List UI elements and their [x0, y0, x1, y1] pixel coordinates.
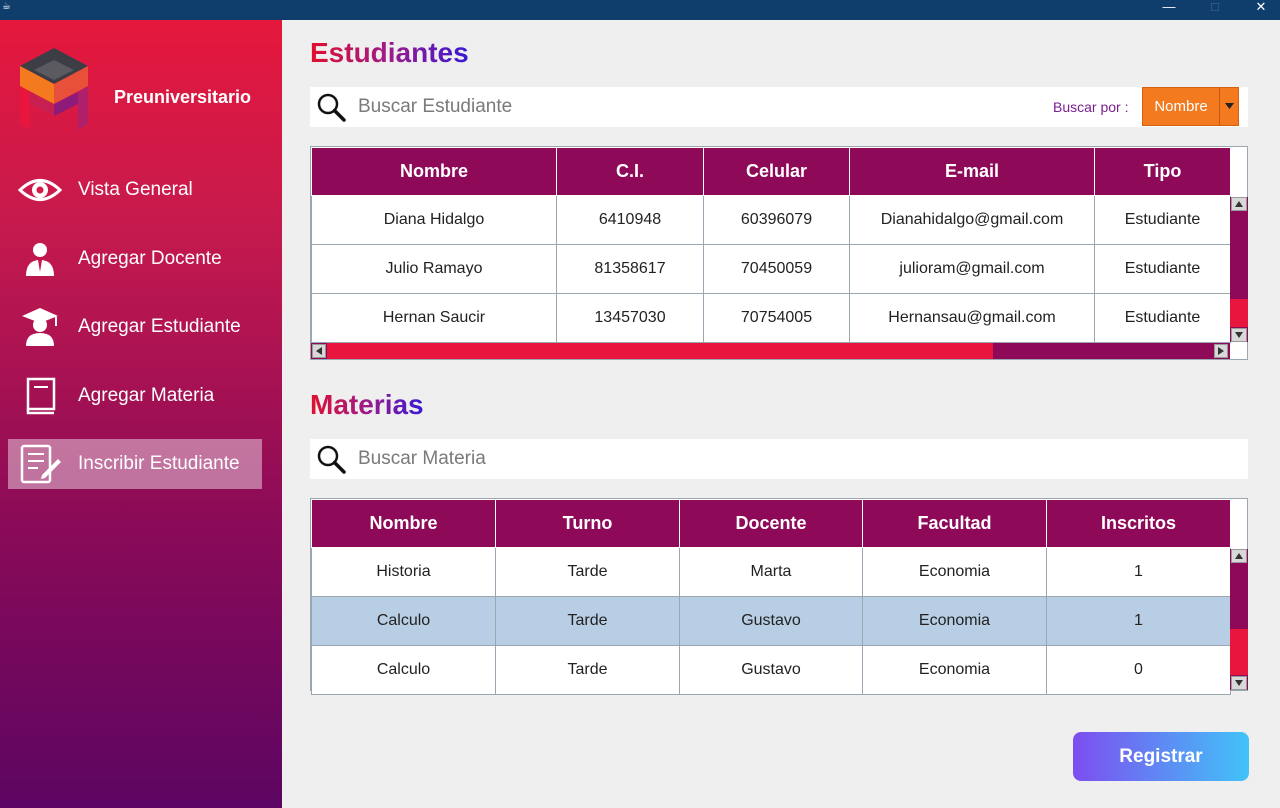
scroll-right-button[interactable] — [1214, 344, 1228, 358]
chevron-down-icon[interactable] — [1219, 88, 1238, 125]
buscar-por-label: Buscar por : — [1053, 99, 1129, 115]
table-row[interactable]: Diana Hidalgo 6410948 60396079 Dianahida… — [311, 195, 1231, 245]
materias-table: Nombre Turno Docente Facultad Inscritos … — [310, 498, 1248, 695]
scrollbar-thumb[interactable] — [1230, 299, 1248, 327]
materias-search-input[interactable] — [358, 444, 998, 474]
cell-nombre[interactable]: Julio Ramayo — [311, 244, 557, 294]
java-app-icon: ☕ — [2, 1, 11, 12]
cell-tipo[interactable]: Estudiante — [1094, 195, 1231, 245]
column-header[interactable]: Turno — [495, 499, 680, 548]
materias-search-bar — [310, 439, 1248, 479]
cell-nombre[interactable]: Hernan Saucir — [311, 293, 557, 343]
cell-turno[interactable]: Tarde — [495, 596, 680, 646]
cell-celular[interactable]: 60396079 — [703, 195, 850, 245]
scroll-up-button[interactable] — [1231, 197, 1247, 211]
cell-email[interactable]: julioram@gmail.com — [849, 244, 1095, 294]
cell-nombre[interactable]: Historia — [311, 547, 496, 597]
column-header[interactable]: E-mail — [849, 147, 1095, 196]
nav-label: Agregar Materia — [78, 385, 215, 406]
cell-tipo[interactable]: Estudiante — [1094, 244, 1231, 294]
cell-inscritos[interactable]: 1 — [1046, 596, 1231, 646]
scroll-down-button[interactable] — [1231, 676, 1247, 690]
scrollbar-thumb[interactable] — [327, 343, 993, 359]
book-icon — [26, 377, 56, 415]
buscar-por-dropdown[interactable]: Nombre — [1142, 87, 1239, 126]
search-icon — [317, 93, 346, 122]
cell-ci[interactable]: 13457030 — [556, 293, 704, 343]
estudiantes-search-bar: Buscar por : Nombre — [310, 87, 1248, 127]
cell-docente[interactable]: Gustavo — [679, 596, 863, 646]
nav-agregar-estudiante[interactable]: Agregar Estudiante — [8, 302, 262, 352]
scrollbar-thumb[interactable] — [1230, 629, 1248, 675]
close-button[interactable]: ✕ — [1238, 0, 1280, 20]
nav-agregar-materia[interactable]: Agregar Materia — [8, 371, 262, 421]
nav-label: Vista General — [78, 179, 193, 200]
cell-facultad[interactable]: Economia — [862, 645, 1047, 695]
cell-docente[interactable]: Marta — [679, 547, 863, 597]
edit-form-icon — [20, 444, 61, 484]
nav-label: Inscribir Estudiante — [78, 453, 240, 474]
vertical-scrollbar[interactable] — [1230, 197, 1248, 342]
cell-nombre[interactable]: Calculo — [311, 596, 496, 646]
estudiantes-title: Estudiantes — [310, 37, 469, 68]
estudiantes-table: Nombre C.I. Celular E-mail Tipo Diana Hi… — [310, 146, 1248, 360]
teacher-icon — [26, 243, 54, 276]
table-row-selected[interactable]: Calculo Tarde Gustavo Economia 1 — [311, 596, 1231, 646]
graduate-icon — [22, 308, 58, 346]
cell-inscritos[interactable]: 1 — [1046, 547, 1231, 597]
cell-ci[interactable]: 6410948 — [556, 195, 704, 245]
sidebar: Preuniversitario Vista General Agregar D… — [0, 20, 282, 808]
table-row[interactable]: Hernan Saucir 13457030 70754005 Hernansa… — [311, 293, 1231, 343]
column-header[interactable]: Inscritos — [1046, 499, 1231, 548]
column-header[interactable]: Docente — [679, 499, 863, 548]
cell-celular[interactable]: 70754005 — [703, 293, 850, 343]
nav-vista-general[interactable]: Vista General — [8, 165, 262, 215]
cell-turno[interactable]: Tarde — [495, 547, 680, 597]
cell-ci[interactable]: 81358617 — [556, 244, 704, 294]
dropdown-value: Nombre — [1154, 98, 1208, 115]
cell-docente[interactable]: Gustavo — [679, 645, 863, 695]
column-header[interactable]: Facultad — [862, 499, 1047, 548]
column-header[interactable]: Celular — [703, 147, 850, 196]
estudiantes-search-input[interactable] — [358, 92, 998, 122]
column-header[interactable]: Nombre — [311, 499, 496, 548]
cell-inscritos[interactable]: 0 — [1046, 645, 1231, 695]
maximize-button[interactable]: □ — [1192, 0, 1238, 20]
cell-facultad[interactable]: Economia — [862, 547, 1047, 597]
table-row[interactable]: Historia Tarde Marta Economia 1 — [311, 547, 1231, 597]
cell-email[interactable]: Dianahidalgo@gmail.com — [849, 195, 1095, 245]
title-bar: ☕ — □ ✕ — [0, 0, 1280, 20]
column-header[interactable]: C.I. — [556, 147, 704, 196]
horizontal-scrollbar[interactable] — [311, 343, 1230, 359]
vertical-scrollbar[interactable] — [1230, 549, 1248, 690]
table-row[interactable]: Calculo Tarde Gustavo Economia 0 — [311, 645, 1231, 695]
column-header[interactable]: Nombre — [311, 147, 557, 196]
nav-agregar-docente[interactable]: Agregar Docente — [8, 234, 262, 284]
nav-inscribir-estudiante[interactable]: Inscribir Estudiante — [8, 439, 262, 489]
cell-nombre[interactable]: Calculo — [311, 645, 496, 695]
materias-title: Materias — [310, 389, 424, 420]
brand-logo — [20, 48, 88, 130]
nav-label: Agregar Estudiante — [78, 316, 241, 337]
table-header: Nombre C.I. Celular E-mail Tipo — [311, 147, 1231, 196]
scroll-down-button[interactable] — [1231, 328, 1247, 342]
cell-email[interactable]: Hernansau@gmail.com — [849, 293, 1095, 343]
cell-tipo[interactable]: Estudiante — [1094, 293, 1231, 343]
cell-celular[interactable]: 70450059 — [703, 244, 850, 294]
eye-icon — [18, 179, 62, 201]
scroll-up-button[interactable] — [1231, 549, 1247, 563]
cell-nombre[interactable]: Diana Hidalgo — [311, 195, 557, 245]
table-header: Nombre Turno Docente Facultad Inscritos — [311, 499, 1231, 548]
registrar-button[interactable]: Registrar — [1073, 732, 1249, 781]
scroll-left-button[interactable] — [312, 344, 326, 358]
table-row[interactable]: Julio Ramayo 81358617 70450059 julioram@… — [311, 244, 1231, 294]
search-icon — [317, 445, 346, 474]
cell-turno[interactable]: Tarde — [495, 645, 680, 695]
minimize-button[interactable]: — — [1146, 0, 1192, 20]
brand-name: Preuniversitario — [114, 87, 252, 107]
cell-facultad[interactable]: Economia — [862, 596, 1047, 646]
column-header[interactable]: Tipo — [1094, 147, 1231, 196]
nav-label: Agregar Docente — [78, 248, 222, 269]
